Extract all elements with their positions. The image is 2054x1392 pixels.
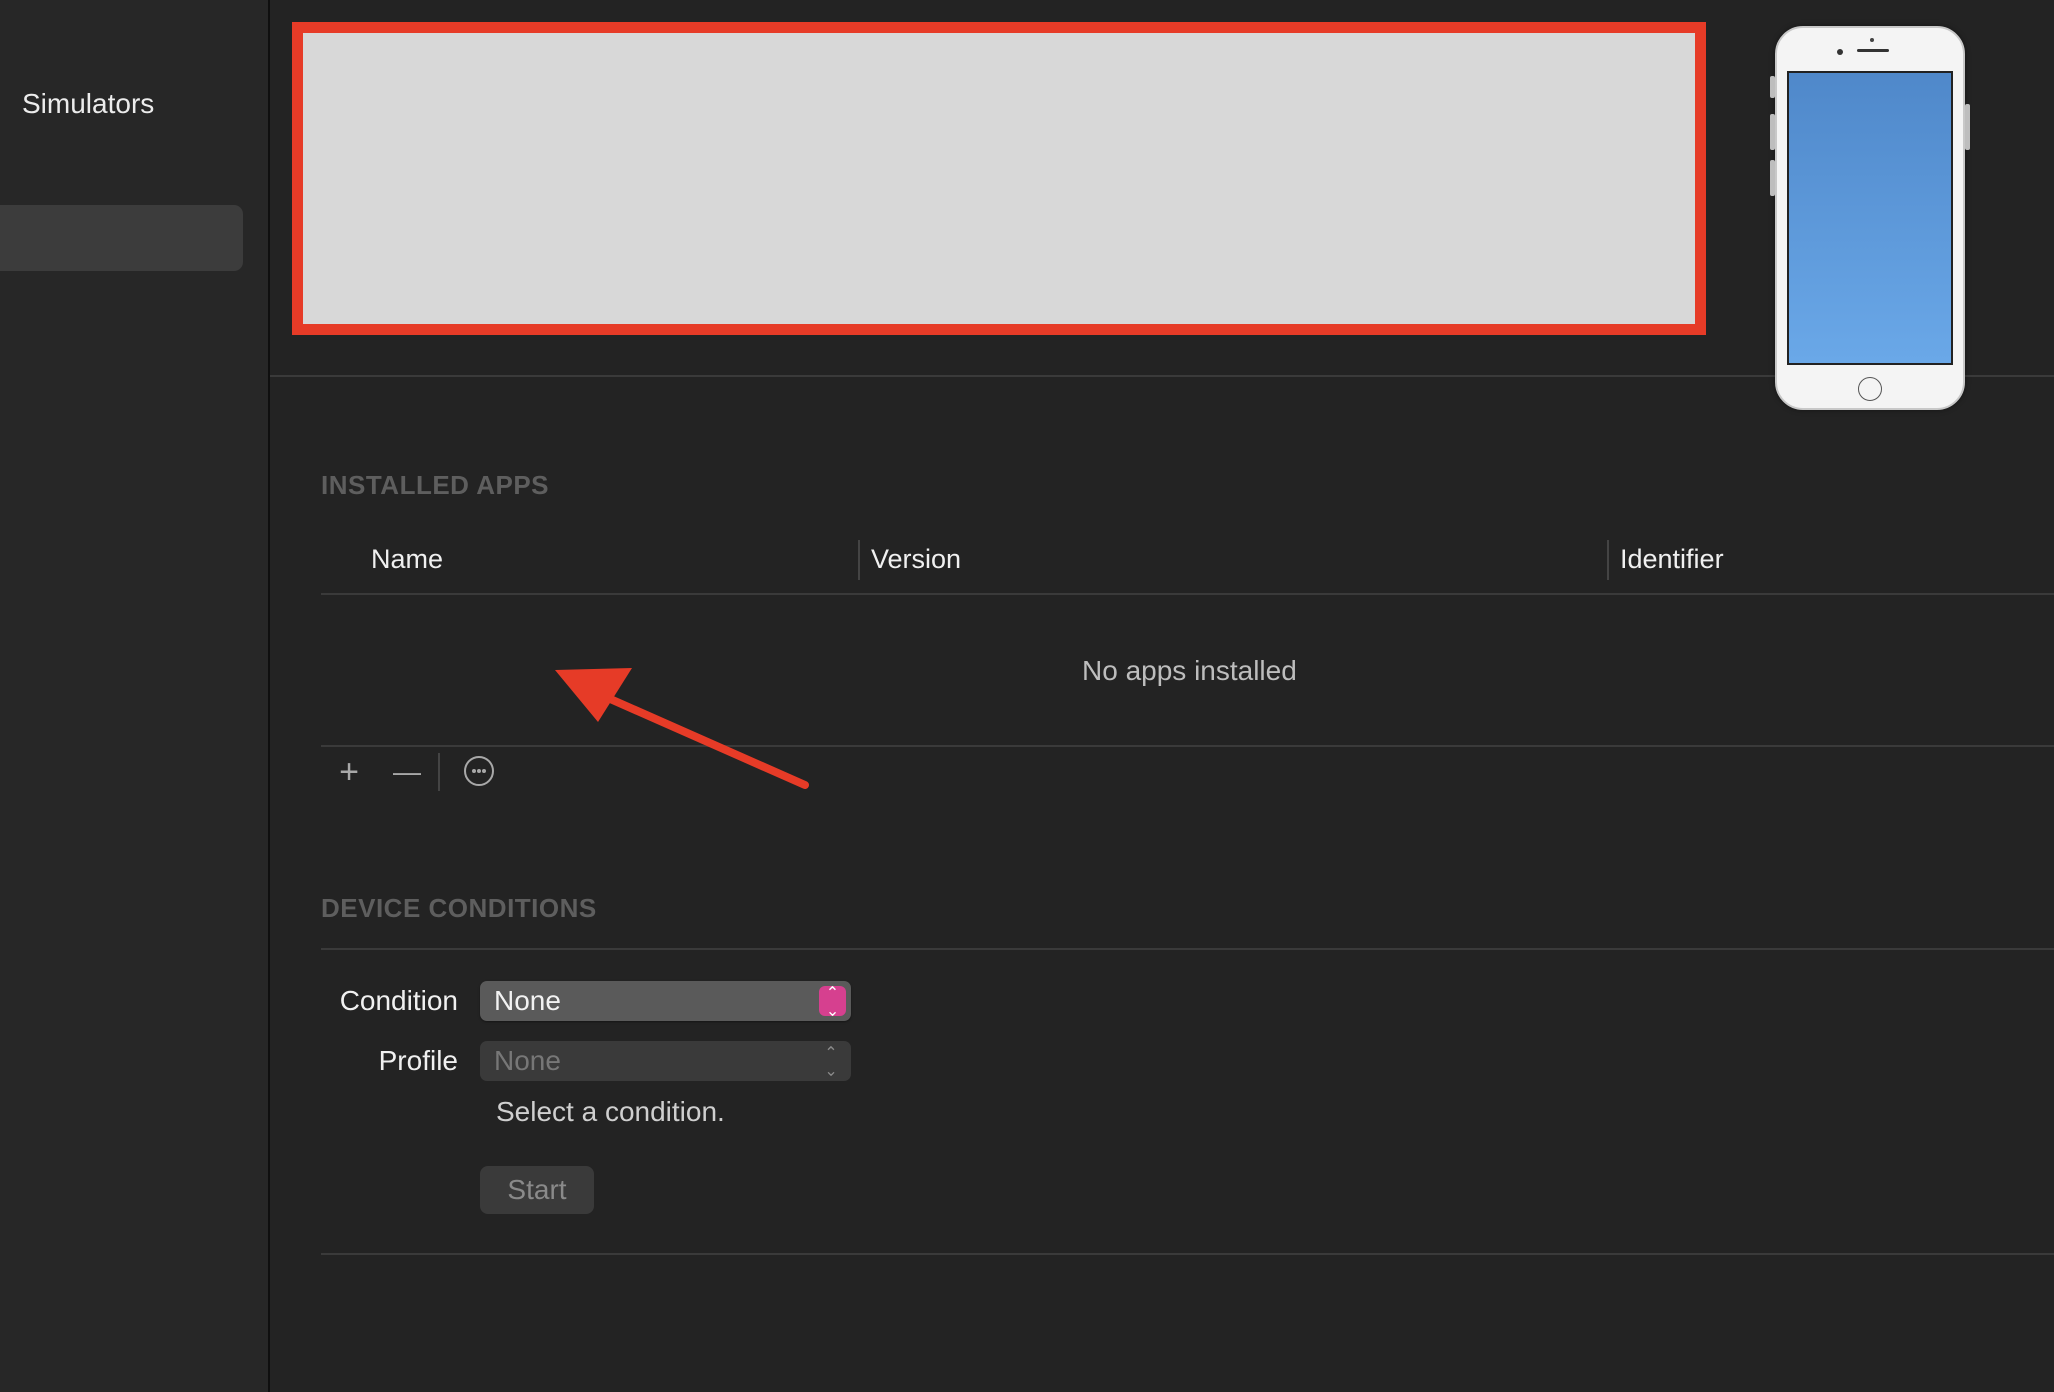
phone-mute-switch xyxy=(1770,76,1775,98)
condition-select[interactable]: None ⌃ ⌃ xyxy=(480,981,851,1021)
column-header-version[interactable]: Version xyxy=(871,544,961,575)
device-conditions-title: DEVICE CONDITIONS xyxy=(321,893,597,923)
phone-camera xyxy=(1837,49,1843,55)
chevron-up-down-icon: ⌃ ⌃ xyxy=(819,986,846,1017)
empty-table-message: No apps installed xyxy=(1082,655,1297,686)
section-divider xyxy=(321,948,2054,950)
iphone-device-image xyxy=(1770,26,1970,410)
condition-label: Condition xyxy=(339,985,458,1016)
phone-home-button xyxy=(1858,377,1882,401)
phone-volume-down-button xyxy=(1770,160,1775,196)
profile-label: Profile xyxy=(378,1045,458,1076)
column-divider[interactable] xyxy=(1607,540,1609,580)
phone-sensor xyxy=(1870,38,1874,42)
start-button[interactable]: Start xyxy=(480,1166,594,1214)
main-content: INSTALLED APPS Name Version Identifier N… xyxy=(270,0,2054,1392)
column-header-identifier[interactable]: Identifier xyxy=(1620,544,1724,575)
profile-select-value: None xyxy=(494,1045,561,1076)
condition-select-value: None xyxy=(494,985,561,1016)
phone-screen xyxy=(1787,71,1953,365)
sidebar-selected-item[interactable] xyxy=(0,205,243,271)
section-bottom-divider xyxy=(321,1253,2054,1255)
phone-speaker xyxy=(1857,49,1889,52)
phone-volume-up-button xyxy=(1770,114,1775,150)
condition-hint: Select a condition. xyxy=(496,1096,725,1127)
profile-select[interactable]: None ⌃ ⌃ xyxy=(480,1041,851,1081)
sidebar-item-simulators[interactable]: Simulators xyxy=(22,88,154,120)
phone-power-button xyxy=(1965,104,1970,150)
chevron-up-down-icon: ⌃ ⌃ xyxy=(824,1045,838,1078)
annotation-arrow-icon xyxy=(555,668,809,789)
sidebar: Simulators xyxy=(0,0,270,1392)
